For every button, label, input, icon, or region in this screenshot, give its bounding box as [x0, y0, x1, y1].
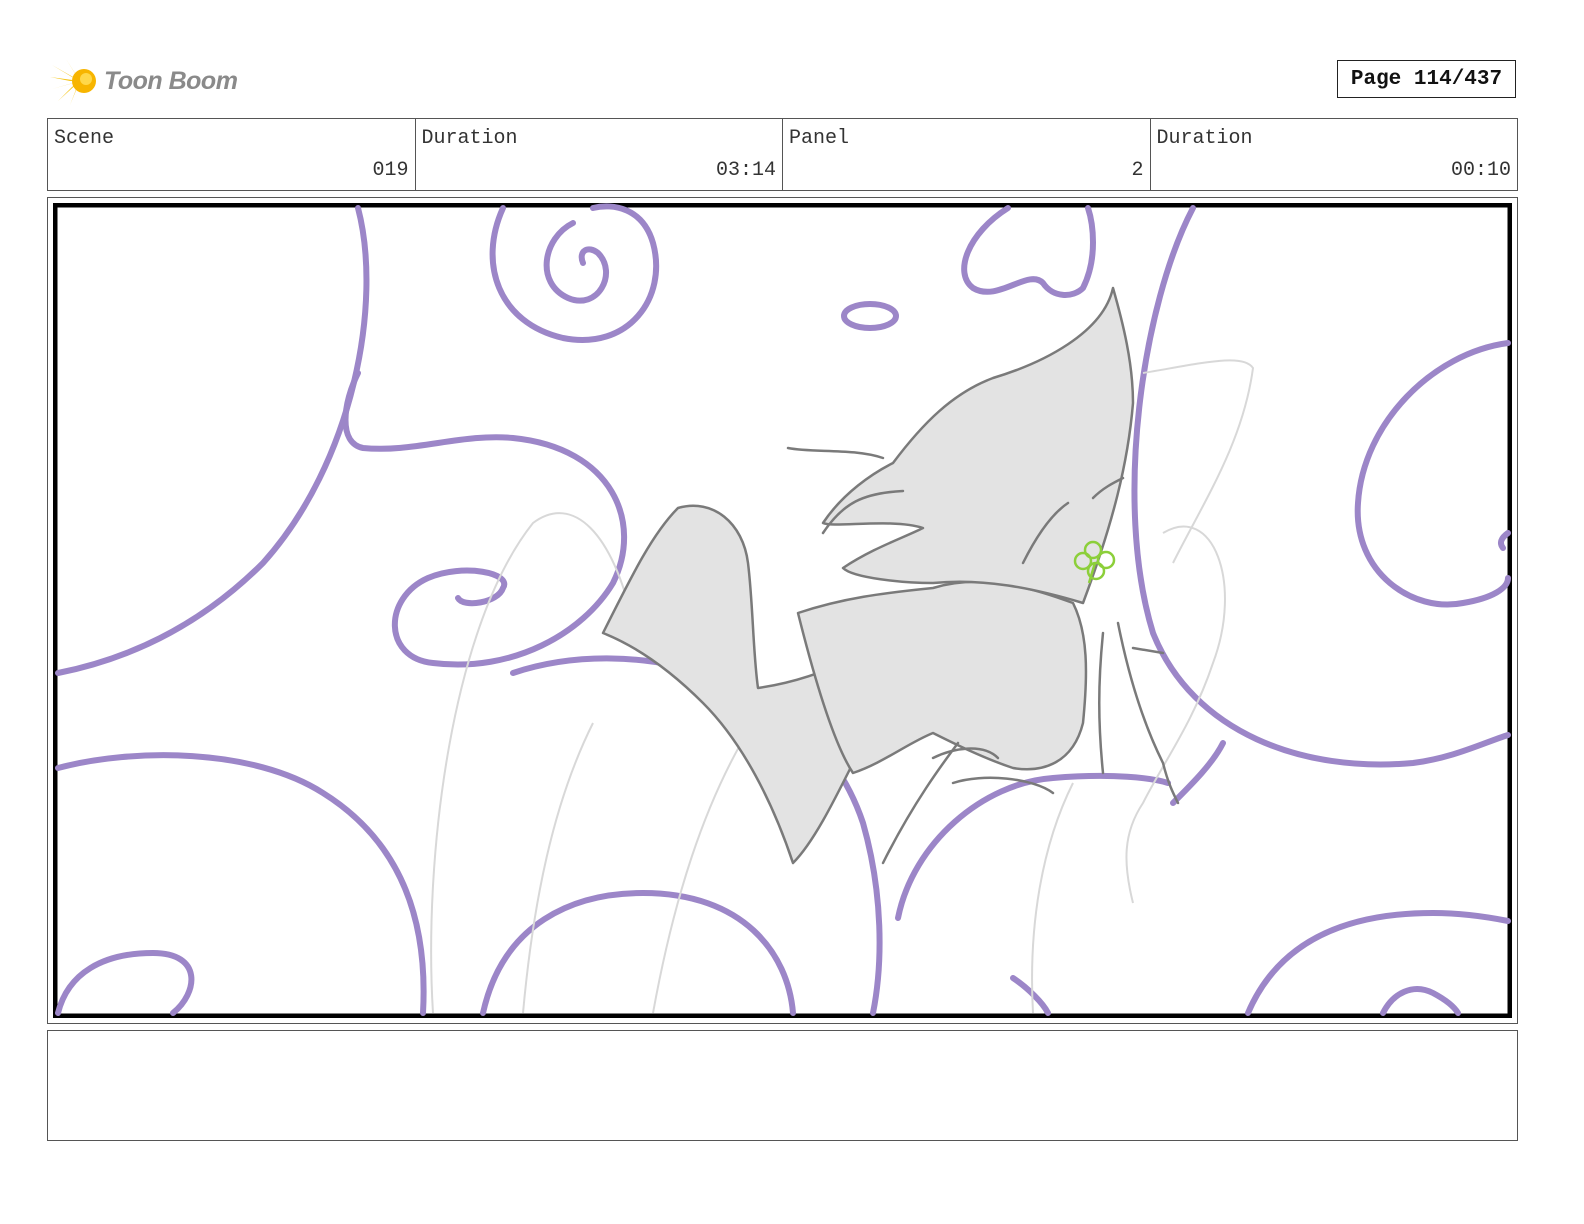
panel-duration-value: 00:10	[1450, 159, 1511, 182]
panel-duration-cell: Duration 00:10	[1151, 119, 1518, 190]
scene-duration-label: Duration	[421, 127, 518, 150]
scene-value: 019	[372, 159, 409, 182]
scene-duration-cell: Duration 03:14	[416, 119, 783, 190]
panel-info-row: Scene 019 Duration 03:14 Panel 2 Duratio…	[47, 118, 1518, 191]
panel-cell: Panel 2	[783, 119, 1151, 190]
storyboard-sketch	[53, 203, 1512, 1018]
storyboard-panel-frame	[47, 197, 1518, 1024]
scene-label: Scene	[54, 127, 115, 150]
toon-boom-logo: Toon Boom	[50, 54, 250, 108]
panel-notes-box	[47, 1030, 1518, 1141]
panel-label: Panel	[789, 127, 850, 150]
logo-text: Toon Boom	[104, 66, 238, 95]
panel-duration-label: Duration	[1156, 127, 1253, 150]
scene-cell: Scene 019	[48, 119, 416, 190]
starburst-icon	[50, 59, 96, 105]
page-indicator: Page 114/437	[1337, 60, 1516, 98]
scene-duration-value: 03:14	[715, 159, 776, 182]
panel-value: 2	[1131, 159, 1144, 182]
